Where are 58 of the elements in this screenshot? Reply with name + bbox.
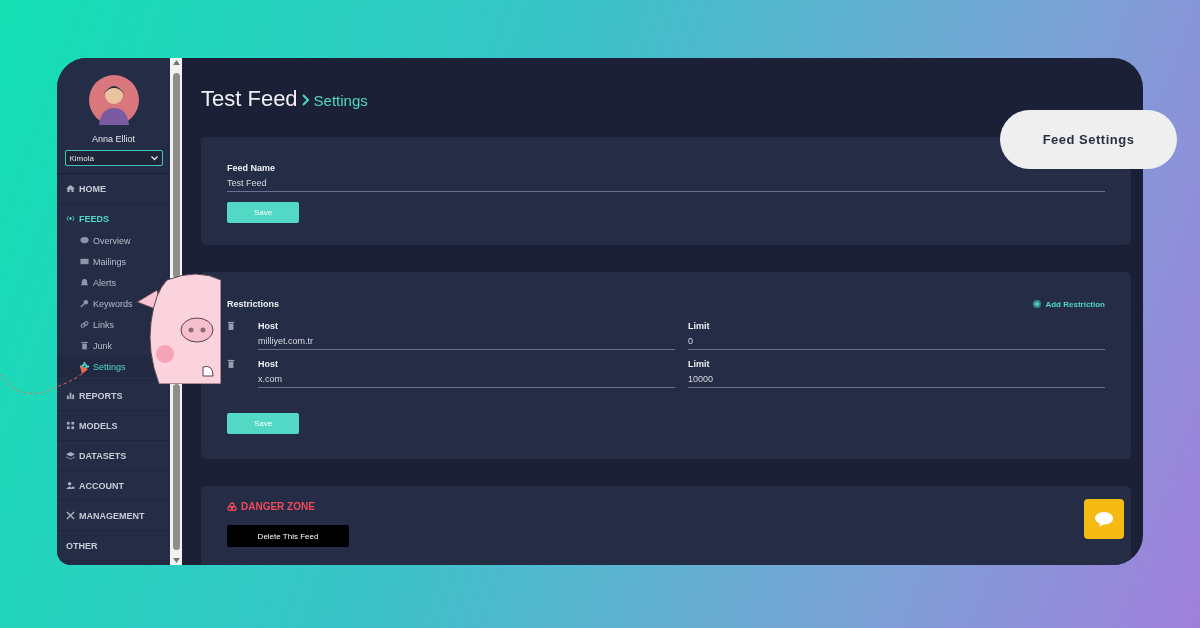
user-gear-icon (66, 481, 75, 490)
nav-item[interactable]: HOME (66, 177, 106, 200)
nav-subitem[interactable]: Mailings (80, 256, 126, 267)
nav-item[interactable]: ACCOUNT (66, 474, 124, 497)
field-label: Host (258, 321, 278, 331)
nav-item[interactable]: OTHER (66, 534, 98, 557)
bar-chart-icon (66, 391, 75, 400)
nav-subitem[interactable]: Keywords (80, 298, 133, 309)
signal-icon (66, 214, 75, 223)
nav-item[interactable]: MODELS (66, 414, 118, 437)
page-title: Test Feed (201, 86, 298, 112)
nav-item[interactable]: MANAGEMENT (66, 504, 145, 527)
grid-icon (66, 421, 75, 430)
scroll-up-icon[interactable] (172, 60, 180, 65)
nav-subitem[interactable]: Links (80, 319, 114, 330)
section-title: DANGER ZONE (241, 501, 315, 512)
section-title: Restrictions (227, 299, 279, 309)
scroll-down-icon[interactable] (172, 558, 180, 563)
chevron-down-icon (150, 155, 158, 161)
bell-icon (80, 278, 89, 287)
scroll-thumb[interactable] (172, 384, 180, 550)
input-field[interactable]: 0 (688, 331, 1105, 350)
scroll-thumb[interactable] (172, 73, 180, 278)
callout-label: Feed Settings (1000, 110, 1177, 169)
chevron-right-icon (301, 94, 310, 106)
input-field[interactable]: milliyet.com.tr (258, 331, 675, 350)
nav-subitem[interactable]: Junk (80, 340, 112, 351)
gear-icon (80, 362, 89, 371)
trash-icon[interactable] (227, 359, 235, 368)
nav-subitem[interactable]: Alerts (80, 277, 116, 288)
breadcrumb-link[interactable]: Settings (313, 92, 368, 109)
avatar (88, 75, 139, 125)
key-icon (80, 299, 89, 308)
layers-icon (66, 451, 75, 460)
field-label: Host (258, 359, 278, 369)
field-label: Limit (688, 321, 710, 331)
delete-button[interactable]: Delete This Feed (227, 525, 349, 547)
user-name: Anna Elliot (92, 134, 135, 144)
home-icon (66, 184, 75, 193)
input-field[interactable]: 10000 (688, 369, 1105, 388)
nav-item[interactable]: DATASETS (66, 444, 127, 467)
input-field[interactable]: x.com (258, 369, 675, 388)
nav-item[interactable]: FEEDS (66, 207, 109, 230)
link-icon (80, 320, 89, 329)
trash-icon (80, 341, 89, 350)
plus-circle-icon (1033, 300, 1042, 308)
speech-bubble-icon (1094, 511, 1114, 527)
field-label: Feed Name (227, 163, 276, 173)
speech-bubble-icon (80, 236, 89, 245)
field-label: Limit (688, 359, 710, 369)
nav-item[interactable]: REPORTS (66, 384, 123, 407)
biohazard-icon (227, 501, 237, 512)
trash-icon[interactable] (227, 321, 235, 330)
input-field[interactable]: Test Feed (227, 173, 1105, 192)
envelope-icon (80, 257, 89, 266)
nav-subitem[interactable]: Overview (80, 235, 131, 246)
add-restriction-link[interactable]: Add Restriction (1033, 299, 1105, 309)
workspace-select[interactable]: Kimola (64, 150, 163, 166)
